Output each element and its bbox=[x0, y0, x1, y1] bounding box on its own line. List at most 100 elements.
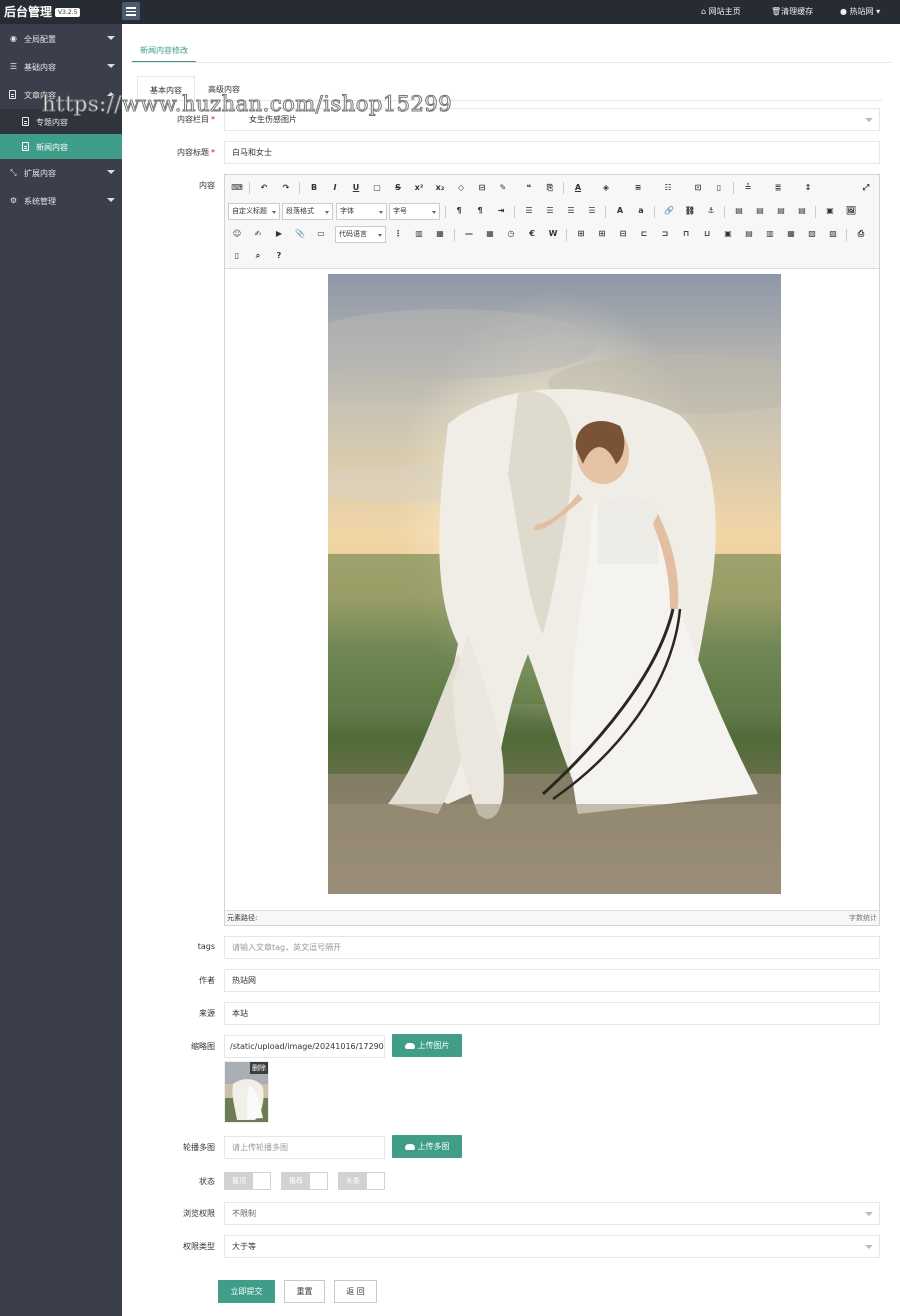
background-icon[interactable]: ▦ bbox=[433, 227, 447, 241]
strikethrough-icon[interactable]: S bbox=[391, 181, 405, 195]
time-icon[interactable]: ◷ bbox=[504, 227, 518, 241]
insert-image-icon[interactable]: 🖼 bbox=[844, 204, 858, 218]
font-border-icon[interactable]: ▢ bbox=[370, 181, 384, 195]
special-chars-icon[interactable]: € bbox=[525, 227, 539, 241]
switch-headline[interactable]: 头条 bbox=[338, 1172, 385, 1190]
italic-icon[interactable]: I bbox=[328, 181, 342, 195]
sidebar-item-basic-content[interactable]: ☰ 基础内容 bbox=[0, 53, 122, 81]
format-brush-icon[interactable]: ✎ bbox=[496, 181, 510, 195]
image-left-icon[interactable]: ▤ bbox=[753, 204, 767, 218]
auto-format-icon[interactable]: ⊟ bbox=[475, 181, 489, 195]
insert-table-icon[interactable]: ⊞ bbox=[574, 227, 588, 241]
source-input[interactable]: 本站 bbox=[224, 1002, 880, 1025]
unlink-icon[interactable]: ⛓ bbox=[683, 204, 697, 218]
attachment-icon[interactable]: 📎 bbox=[293, 227, 307, 241]
unordered-list-icon[interactable]: ☷ bbox=[661, 181, 675, 195]
fullscreen-icon[interactable]: ⤢ bbox=[859, 181, 873, 195]
uppercase-icon[interactable]: A bbox=[613, 204, 627, 218]
back-button[interactable]: 返 回 bbox=[334, 1280, 377, 1303]
site-home-link[interactable]: ⌂ 网站主页 bbox=[701, 6, 741, 17]
sidebar-item-extended-content[interactable]: ⤡ 扩展内容 bbox=[0, 159, 122, 187]
tags-input[interactable]: 请输入文章tag，英文逗号隔开 bbox=[224, 936, 880, 959]
line-height-icon[interactable]: ↕ bbox=[801, 181, 815, 195]
ordered-list-icon[interactable]: ≡ bbox=[631, 181, 645, 195]
carousel-input[interactable]: 请上传轮播多图 bbox=[224, 1136, 385, 1159]
sidebar-subitem-news[interactable]: 新闻内容 bbox=[0, 134, 122, 159]
title-input[interactable]: 白马和女士 bbox=[224, 141, 880, 164]
tab-basic-content[interactable]: 基本内容 bbox=[137, 76, 195, 100]
thumbnail-path-input[interactable]: /static/upload/image/20241016/172905 bbox=[224, 1035, 385, 1058]
align-right-icon[interactable]: ☰ bbox=[564, 204, 578, 218]
font-color-icon[interactable]: A bbox=[571, 181, 585, 195]
content-image[interactable] bbox=[328, 274, 781, 894]
underline-icon[interactable]: U bbox=[349, 181, 363, 195]
rtl-icon[interactable]: ¶ bbox=[473, 204, 487, 218]
redo-icon[interactable]: ↷ bbox=[279, 181, 293, 195]
category-select[interactable]: 女生伤感图片 bbox=[224, 108, 880, 131]
reset-button[interactable]: 重置 bbox=[284, 1280, 325, 1303]
iframe-icon[interactable]: ▭ bbox=[314, 227, 328, 241]
source-code-icon[interactable]: ⌨ bbox=[230, 181, 244, 195]
paragraph-format-select[interactable]: 段落格式 bbox=[282, 203, 333, 220]
align-center-icon[interactable]: ☰ bbox=[543, 204, 557, 218]
image-right-icon[interactable]: ▤ bbox=[774, 204, 788, 218]
insert-col-icon[interactable]: ⊓ bbox=[679, 227, 693, 241]
submit-button[interactable]: 立即提交 bbox=[218, 1280, 275, 1303]
sidebar-item-system-management[interactable]: ⚙ 系统管理 bbox=[0, 187, 122, 215]
image-none-icon[interactable]: ▤ bbox=[732, 204, 746, 218]
insert-row-icon[interactable]: ⊏ bbox=[637, 227, 651, 241]
ltr-icon[interactable]: ¶ bbox=[452, 204, 466, 218]
upload-multiple-button[interactable]: 上传多图 bbox=[392, 1135, 462, 1158]
simple-upload-icon[interactable]: ▣ bbox=[823, 204, 837, 218]
upload-image-button[interactable]: 上传图片 bbox=[392, 1034, 462, 1057]
rich-text-editor[interactable]: ⌨ ↶ ↷ B I U ▢ S x² x₂ ◇ ⊟ ✎ ❝ ⎘ A ◈ ≡ ☷ … bbox=[224, 174, 880, 926]
image-center-icon[interactable]: ▤ bbox=[795, 204, 809, 218]
page-tab[interactable]: 新闻内容修改 bbox=[132, 39, 196, 63]
delete-row-icon[interactable]: ⊐ bbox=[658, 227, 672, 241]
sidebar-item-global-config[interactable]: ◉ 全局配置 bbox=[0, 25, 122, 53]
insert-paragraph-before-table-icon[interactable]: ⊟ bbox=[616, 227, 630, 241]
video-icon[interactable]: ▶ bbox=[272, 227, 286, 241]
user-menu[interactable]: ● 热站网 ▾ bbox=[840, 6, 880, 17]
view-permission-select[interactable]: 不限制 bbox=[224, 1202, 880, 1225]
print-icon[interactable]: ⎙ bbox=[854, 227, 868, 241]
row-spacing-bottom-icon[interactable]: ≣ bbox=[771, 181, 785, 195]
permission-type-select[interactable]: 大于等 bbox=[224, 1235, 880, 1258]
switch-recommend[interactable]: 推荐 bbox=[281, 1172, 328, 1190]
font-family-select[interactable]: 字体 bbox=[336, 203, 387, 220]
eraser-icon[interactable]: ◇ bbox=[454, 181, 468, 195]
delete-col-icon[interactable]: ⊔ bbox=[700, 227, 714, 241]
scrawl-icon[interactable]: ✍ bbox=[251, 227, 265, 241]
date-icon[interactable]: ▦ bbox=[483, 227, 497, 241]
custom-title-select[interactable]: 自定义标题 bbox=[228, 203, 280, 220]
page-break-icon[interactable]: ⋮ bbox=[391, 227, 405, 241]
indent-icon[interactable]: ⇥ bbox=[494, 204, 508, 218]
align-left-icon[interactable]: ☰ bbox=[522, 204, 536, 218]
delete-table-icon[interactable]: ⊞ bbox=[595, 227, 609, 241]
sidebar-item-article-content[interactable]: 文章内容 bbox=[0, 81, 122, 109]
split-cols-icon[interactable]: ▨ bbox=[826, 227, 840, 241]
emoji-icon[interactable]: ☺ bbox=[230, 227, 244, 241]
subscript-icon[interactable]: x₂ bbox=[433, 181, 447, 195]
clear-cache-link[interactable]: 🗑清理缓存 bbox=[771, 6, 813, 17]
superscript-icon[interactable]: x² bbox=[412, 181, 426, 195]
merge-down-icon[interactable]: ▥ bbox=[763, 227, 777, 241]
help-icon[interactable]: ? bbox=[272, 249, 286, 263]
blockquote-icon[interactable]: ❝ bbox=[522, 181, 536, 195]
split-cells-icon[interactable]: ▦ bbox=[784, 227, 798, 241]
align-justify-icon[interactable]: ☰ bbox=[585, 204, 599, 218]
link-icon[interactable]: 🔗 bbox=[662, 204, 676, 218]
lowercase-icon[interactable]: a bbox=[634, 204, 648, 218]
sidebar-subitem-topics[interactable]: 专题内容 bbox=[0, 109, 122, 134]
tab-advanced-content[interactable]: 高级内容 bbox=[196, 76, 252, 100]
select-all-icon[interactable]: ⊡ bbox=[691, 181, 705, 195]
merge-cells-icon[interactable]: ▣ bbox=[721, 227, 735, 241]
search-replace-icon[interactable]: ⌕ bbox=[251, 249, 265, 263]
horizontal-rule-icon[interactable]: — bbox=[462, 227, 476, 241]
clear-doc-icon[interactable]: ▯ bbox=[712, 181, 726, 195]
highlight-color-icon[interactable]: ◈ bbox=[599, 181, 613, 195]
menu-toggle-button[interactable] bbox=[122, 2, 140, 20]
split-rows-icon[interactable]: ▧ bbox=[805, 227, 819, 241]
author-input[interactable]: 热站网 bbox=[224, 969, 880, 992]
preview-icon[interactable]: ▯ bbox=[230, 249, 244, 263]
